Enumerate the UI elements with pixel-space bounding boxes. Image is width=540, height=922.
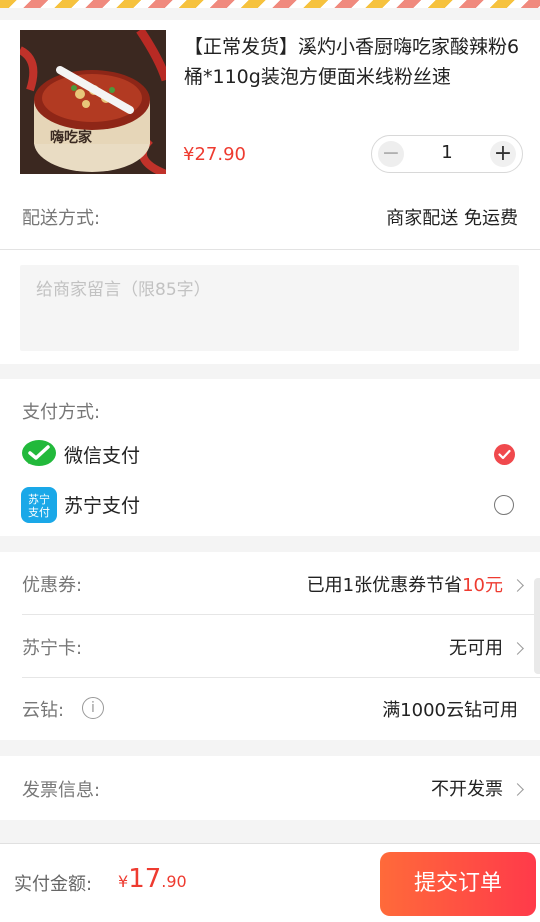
- suning-card-value: 无可用: [449, 634, 524, 660]
- product-card: 嗨吃家 【正常发货】溪灼小香厨嗨吃家酸辣粉6桶*110g装泡方便面米线粉丝速 ¥…: [0, 20, 540, 184]
- wechat-pay-label: 微信支付: [64, 445, 141, 467]
- info-icon[interactable]: i: [82, 697, 104, 719]
- message-box: [20, 265, 519, 351]
- chevron-right-icon: [511, 782, 524, 796]
- invoice-value-text: 不开发票: [431, 779, 503, 800]
- invoice-row[interactable]: 发票信息: 不开发票: [0, 756, 540, 820]
- quantity-increase-button[interactable]: +: [490, 141, 516, 167]
- top-decorative-stripe: [0, 0, 540, 8]
- wechat-pay-radio-checked[interactable]: [494, 444, 515, 465]
- chevron-right-icon: [511, 578, 524, 592]
- total-currency: ¥: [118, 872, 129, 891]
- yunzuan-value: 满1000云钻可用: [382, 700, 518, 721]
- chevron-right-icon: [511, 641, 524, 655]
- side-drawer-handle[interactable]: [534, 578, 540, 674]
- suning-pay-radio-unchecked[interactable]: [494, 495, 514, 515]
- coupon-value-text: 已用1张优惠券节省: [306, 575, 463, 596]
- quantity-decrease-button[interactable]: −: [378, 141, 404, 167]
- submit-order-button[interactable]: 提交订单: [380, 852, 536, 916]
- total-amount: ¥17.90: [118, 864, 187, 894]
- wechat-pay-icon: [21, 436, 57, 472]
- coupon-label: 优惠券:: [22, 575, 83, 596]
- quantity-value[interactable]: 1: [412, 142, 482, 163]
- suning-card-label: 苏宁卡:: [22, 638, 83, 659]
- delivery-label: 配送方式:: [22, 208, 101, 229]
- merchant-message-input[interactable]: [20, 265, 519, 351]
- divider: [22, 614, 540, 615]
- checkout-footer: 实付金额: ¥17.90 提交订单: [0, 843, 540, 922]
- total-amount-integer: 17: [128, 864, 162, 894]
- total-amount-decimal: .90: [161, 872, 187, 891]
- discount-section: 优惠券: 已用1张优惠券节省10元 苏宁卡: 无可用 云钻: i 满1000云钻…: [0, 552, 540, 740]
- divider: [22, 677, 540, 678]
- product-title[interactable]: 【正常发货】溪灼小香厨嗨吃家酸辣粉6桶*110g装泡方便面米线粉丝速: [184, 32, 520, 92]
- total-label: 实付金额:: [14, 874, 93, 895]
- coupon-value: 已用1张优惠券节省10元: [306, 571, 524, 597]
- divider: [0, 249, 540, 250]
- payment-section: 支付方式: 微信支付 苏宁 支付 苏宁支付: [0, 379, 540, 536]
- quantity-stepper: − 1 +: [371, 135, 523, 173]
- product-image[interactable]: 嗨吃家: [20, 30, 166, 174]
- delivery-value: 商家配送 免运费: [386, 208, 518, 229]
- suning-pay-icon: 苏宁 支付: [21, 487, 57, 523]
- coupon-saving-amount: 10元: [462, 575, 503, 596]
- payment-label: 支付方式:: [22, 402, 101, 423]
- invoice-value: 不开发票: [431, 775, 524, 801]
- svg-text:苏宁: 苏宁: [28, 492, 50, 506]
- product-price: ¥27.90: [183, 144, 246, 165]
- svg-text:嗨吃家: 嗨吃家: [50, 129, 93, 146]
- suning-card-value-text: 无可用: [449, 638, 503, 659]
- suning-pay-label: 苏宁支付: [64, 495, 141, 517]
- check-icon: [498, 449, 511, 460]
- svg-text:支付: 支付: [28, 506, 50, 519]
- yunzuan-label: 云钻:: [22, 700, 65, 721]
- invoice-label: 发票信息:: [22, 780, 101, 801]
